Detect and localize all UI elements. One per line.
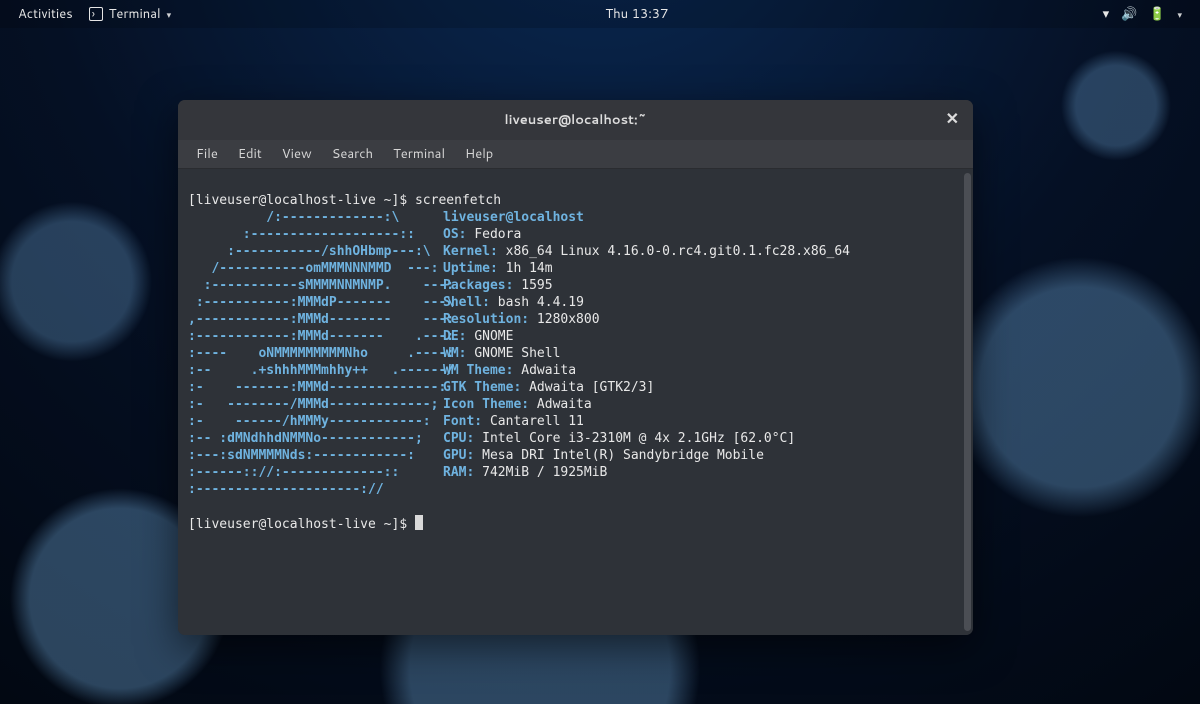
terminal-body[interactable]: [liveuser@localhost-live ~]$ screenfetch… [178, 169, 973, 635]
cursor [415, 515, 423, 530]
ascii-art: /:-------------:\ :-------------------::… [188, 209, 443, 498]
app-name-label: Terminal [109, 5, 161, 23]
menu-search[interactable]: Search [322, 141, 383, 167]
scrollbar[interactable] [964, 173, 971, 631]
volume-icon: 🔊 [1121, 5, 1137, 23]
system-info: liveuser@localhost OS: Fedora Kernel: x8… [443, 209, 963, 498]
system-tray[interactable]: ▾ 🔊 🔋 ▾ [1095, 5, 1190, 23]
app-menu[interactable]: Terminal ▾ [81, 5, 179, 23]
chevron-down-icon: ▾ [1177, 8, 1182, 21]
close-icon[interactable]: ✕ [946, 111, 959, 127]
terminal-window: liveuser@localhost:~ ✕ File Edit View Se… [178, 100, 973, 635]
terminal-app-icon [89, 7, 103, 21]
menu-file[interactable]: File [186, 141, 228, 167]
battery-icon: 🔋 [1149, 5, 1165, 23]
menu-bar: File Edit View Search Terminal Help [178, 140, 973, 169]
prompt-line-1: [liveuser@localhost-live ~]$ screenfetch [188, 193, 501, 208]
network-icon: ▾ [1103, 5, 1110, 23]
screenfetch-output: /:-------------:\ :-------------------::… [188, 209, 963, 498]
gnome-top-bar: Activities Terminal ▾ Thu 13:37 ▾ 🔊 🔋 ▾ [0, 0, 1200, 28]
prompt-line-2: [liveuser@localhost-live ~]$ [188, 517, 415, 532]
clock-label: Thu 13:37 [605, 5, 668, 23]
menu-help[interactable]: Help [455, 141, 503, 167]
activities-button[interactable]: Activities [10, 5, 81, 23]
menu-edit[interactable]: Edit [228, 141, 272, 167]
window-title: liveuser@localhost:~ [504, 111, 646, 129]
menu-terminal[interactable]: Terminal [383, 141, 455, 167]
chevron-down-icon: ▾ [167, 8, 172, 21]
activities-label: Activities [18, 5, 73, 23]
menu-view[interactable]: View [272, 141, 322, 167]
clock[interactable]: Thu 13:37 [597, 5, 676, 23]
window-titlebar[interactable]: liveuser@localhost:~ ✕ [178, 100, 973, 140]
